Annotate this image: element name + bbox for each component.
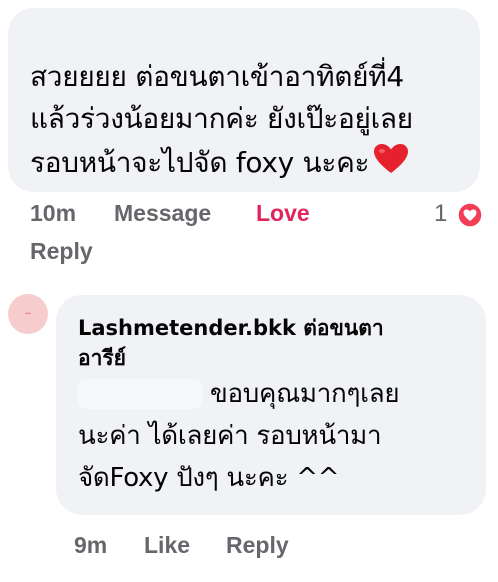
comment-text-line: จัดFoxy ปังๆ นะคะ ^^ [78, 463, 340, 493]
avatar-logo-icon: ~ [24, 309, 32, 319]
comment-text-line: แล้วร่วงน้อยมากค่ะ ยังเป๊ะอยู่เลย [30, 102, 413, 135]
comment-text-line: ขอบคุณมากๆเลย [78, 373, 472, 415]
like-button[interactable]: Like [144, 532, 190, 559]
author-name-line2[interactable]: อารีย์ [78, 343, 472, 373]
author-name-suffix[interactable]: ต่อขนตา [303, 316, 383, 340]
comment-text-segment: รอบหน้าจะไปจัด foxy นะคะ [30, 146, 370, 179]
heart-emoji-icon [373, 143, 409, 175]
comment-timestamp: 10m [30, 200, 77, 226]
redacted-mention [78, 379, 202, 409]
comment-text-segment: ขอบคุณมากๆเลย [210, 379, 400, 409]
love-reaction-icon[interactable] [457, 202, 483, 228]
author-name[interactable]: Lashmetender.bkk [78, 316, 296, 340]
comment-text-line: รอบหน้าจะไปจัด foxy นะคะ [30, 140, 464, 184]
reply-timestamp: 9m [74, 532, 108, 558]
comment-bubble: สวยยยย ต่อขนตาเข้าอาทิตย์ที่4 แล้วร่วงน้… [8, 8, 480, 192]
reply-button[interactable]: Reply [30, 238, 93, 265]
comment-text-line: นะค่า ได้เลยค่า รอบหน้ามา [78, 421, 382, 451]
message-button[interactable]: Message [114, 200, 211, 227]
reply-button[interactable]: Reply [226, 532, 289, 559]
comment-text-line: สวยยยย ต่อขนตาเข้าอาทิตย์ที่4 [30, 60, 404, 93]
reaction-count[interactable]: 1 [434, 200, 447, 228]
reply-actions: 9m Like Reply [0, 530, 498, 570]
avatar[interactable]: ~ [8, 294, 48, 334]
love-button[interactable]: Love [256, 200, 310, 227]
author-line: Lashmetender.bkk ต่อขนตา [78, 313, 472, 343]
reply-comment-bubble: Lashmetender.bkk ต่อขนตา อารีย์ ขอบคุณมา… [56, 295, 486, 515]
comment-actions: 10m Message Love 1 [0, 198, 498, 234]
